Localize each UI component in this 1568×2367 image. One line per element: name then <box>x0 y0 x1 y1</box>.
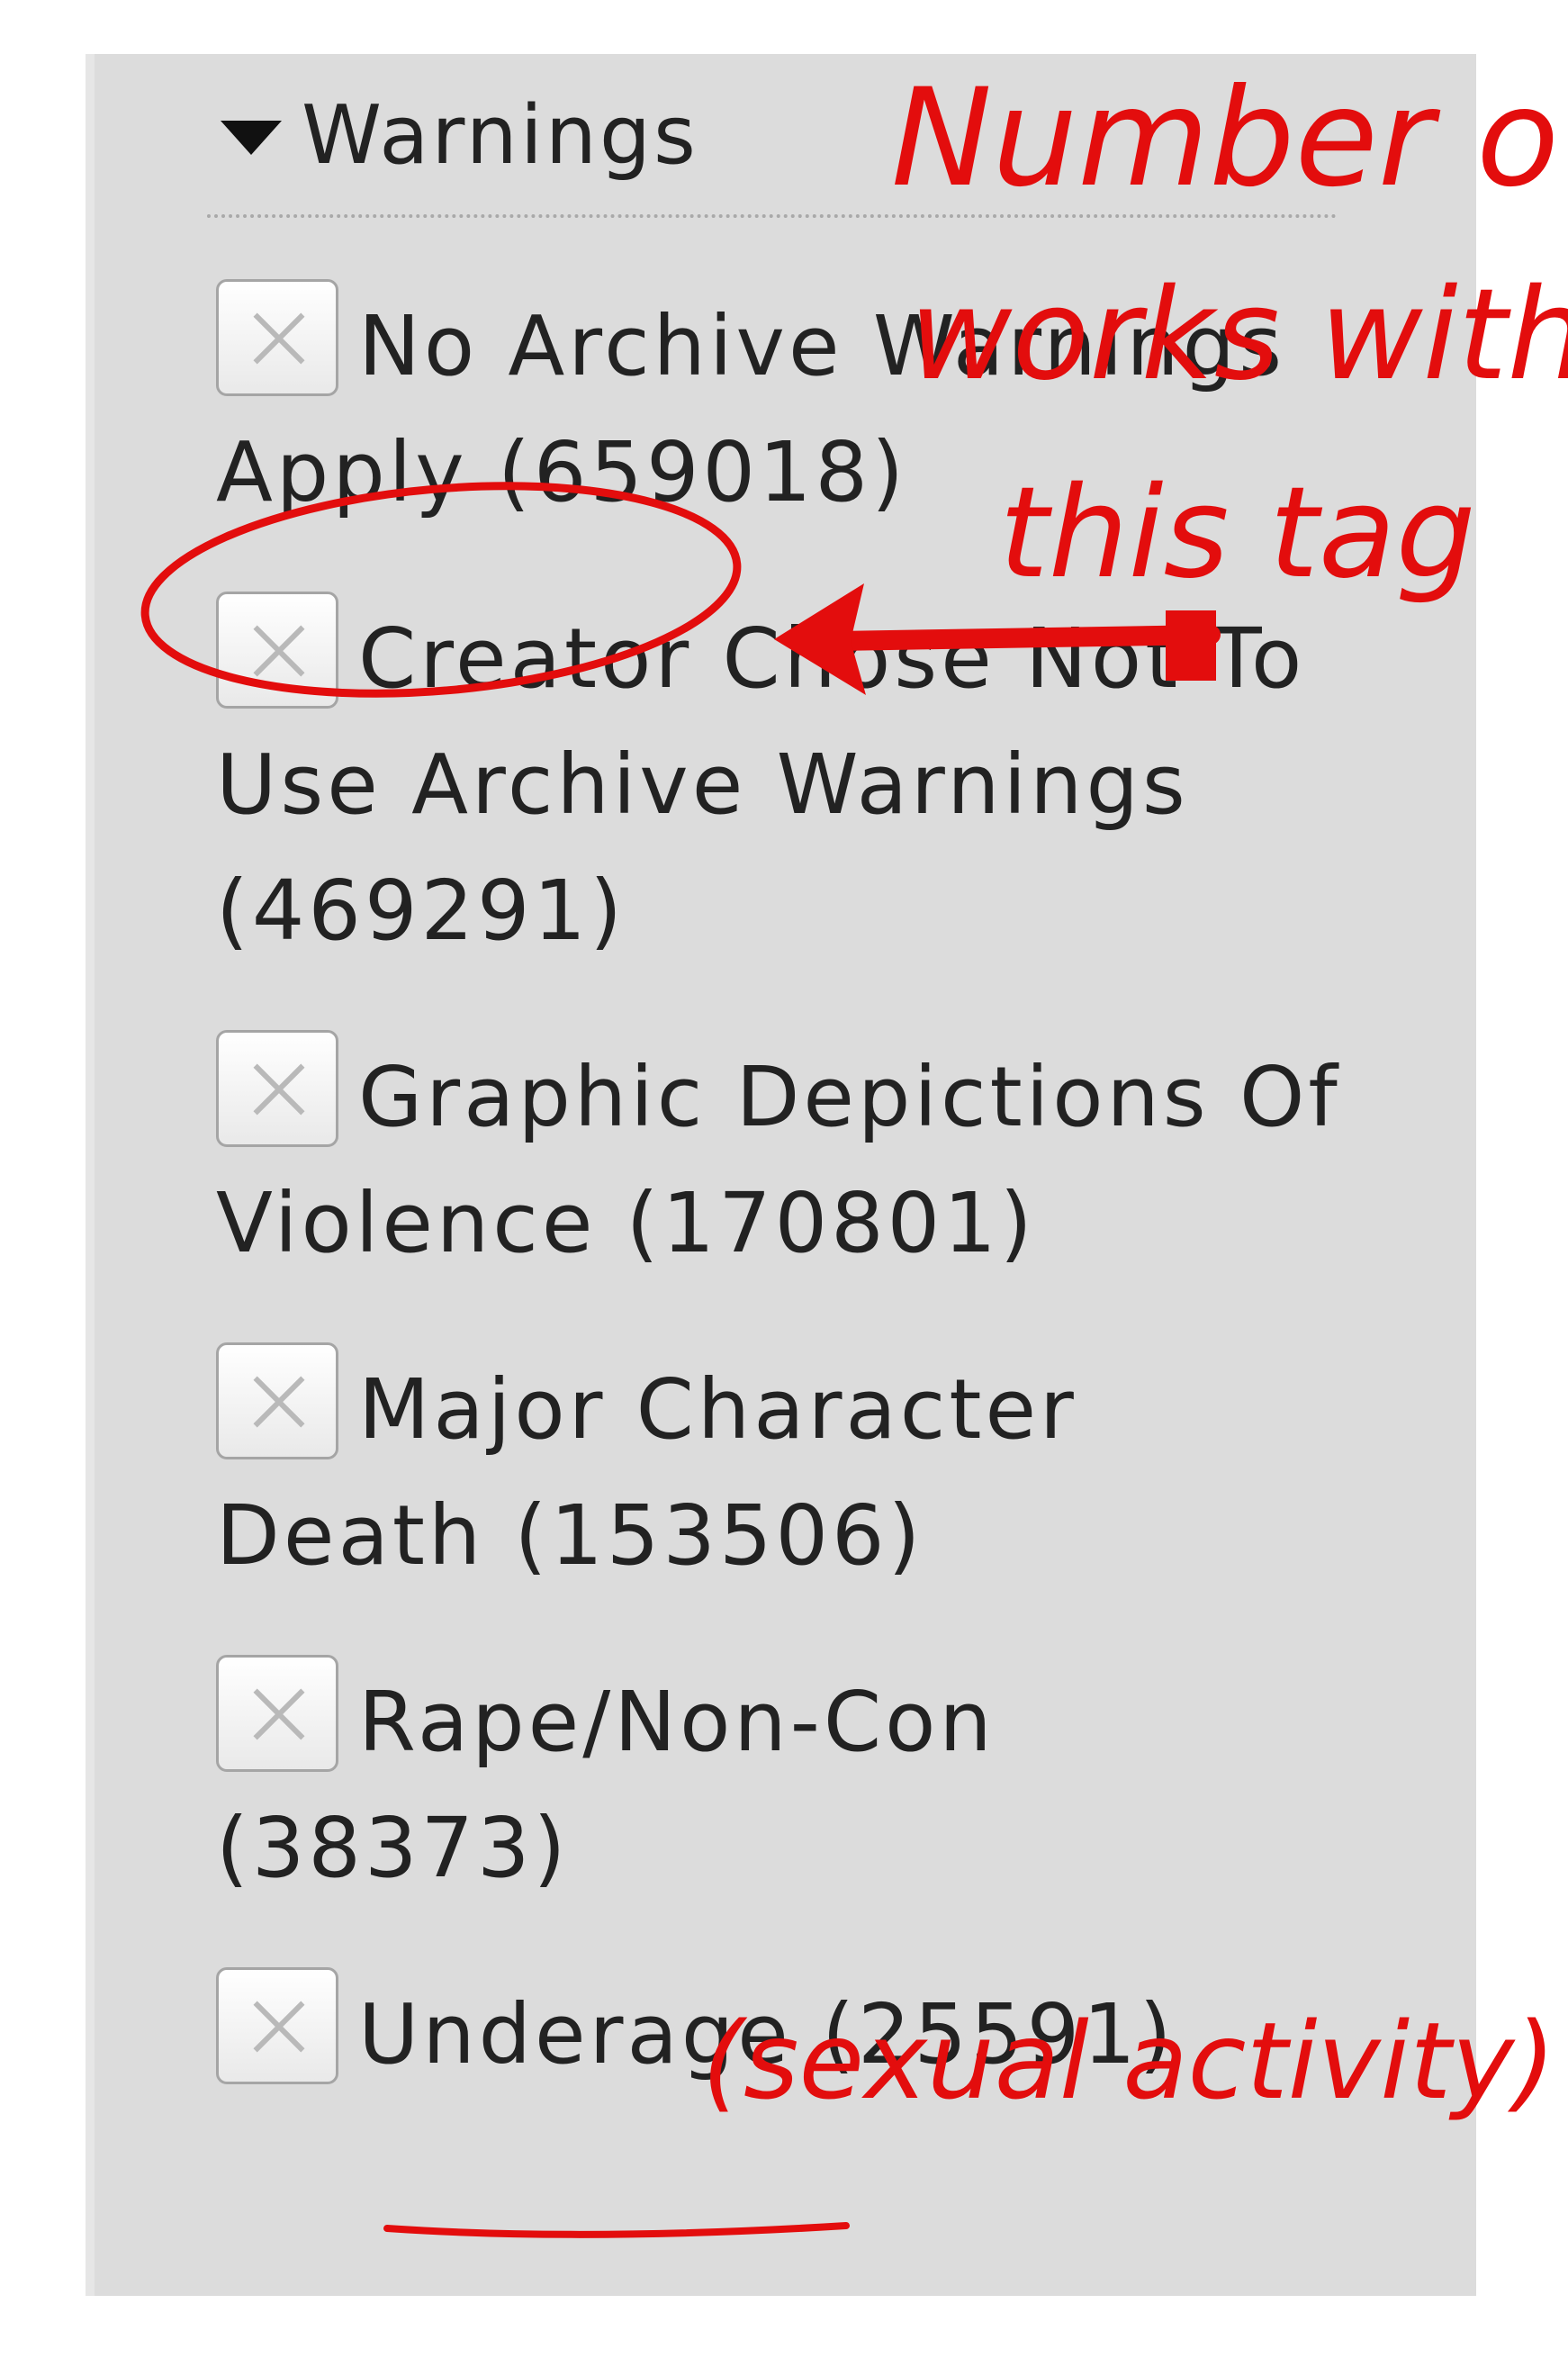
warnings-section-toggle[interactable]: Warnings <box>221 86 698 185</box>
filter-label[interactable]: Creator Chose Not To Use Archive Warning… <box>216 610 1305 959</box>
filter-major-character-death: Major Character Death (153506) <box>216 1342 1359 1599</box>
x-icon <box>253 625 305 677</box>
x-icon <box>253 312 305 365</box>
warning-filter-list: No Archive Warnings Apply (659018) Creat… <box>216 279 1359 2098</box>
filter-creator-chose-not: Creator Chose Not To Use Archive Warning… <box>216 592 1359 974</box>
triangle-down-icon <box>221 121 282 155</box>
exclude-checkbox[interactable] <box>216 1967 338 2084</box>
filter-underage: Underage (25591) <box>216 1967 1359 2098</box>
dotted-divider <box>207 214 1337 218</box>
x-icon <box>253 2001 305 2053</box>
section-title: Warnings <box>302 87 698 183</box>
exclude-checkbox[interactable] <box>216 592 338 709</box>
filter-graphic-violence: Graphic Depictions Of Violence (170801) <box>216 1030 1359 1287</box>
filter-label[interactable]: No Archive Warnings Apply (659018) <box>216 298 1285 520</box>
x-icon <box>253 1063 305 1116</box>
x-icon <box>253 1376 305 1428</box>
filter-label[interactable]: Major Character Death (153506) <box>216 1361 1077 1584</box>
panel-edge <box>86 54 95 2296</box>
filter-label[interactable]: Graphic Depictions Of Violence (170801) <box>216 1049 1341 1271</box>
exclude-checkbox[interactable] <box>216 279 338 396</box>
exclude-checkbox[interactable] <box>216 1342 338 1459</box>
filter-rape-non-con: Rape/Non-Con (38373) <box>216 1655 1359 1911</box>
exclude-checkbox[interactable] <box>216 1655 338 1772</box>
filter-no-archive-warnings: No Archive Warnings Apply (659018) <box>216 279 1359 536</box>
x-icon <box>253 1688 305 1740</box>
exclude-checkbox[interactable] <box>216 1030 338 1147</box>
filter-label[interactable]: Underage (25591) <box>358 1986 1176 2082</box>
